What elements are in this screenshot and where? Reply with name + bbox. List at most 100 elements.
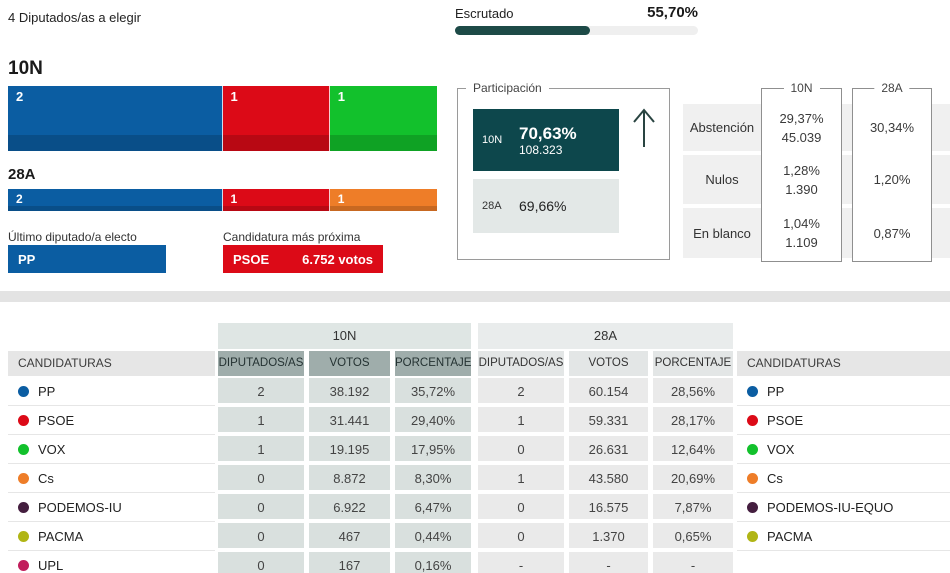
- party-dot: [747, 502, 758, 513]
- seat-count: 2: [16, 192, 23, 206]
- party-dot: [18, 473, 29, 484]
- candidaturas-header-right: CANDIDATURAS: [737, 351, 950, 376]
- stat-count: 1.390: [785, 180, 818, 199]
- cell-10n-diputados: 0: [218, 523, 304, 550]
- party-dot: [18, 386, 29, 397]
- party-name: PACMA: [38, 529, 83, 544]
- stat-percent: 29,37%: [779, 109, 823, 128]
- participation-28a-percent: 69,66%: [519, 197, 566, 216]
- party-dot: [18, 502, 29, 513]
- party-cell: PP: [8, 378, 215, 406]
- seat-segment-pp: 2: [8, 189, 223, 211]
- party-dot: [747, 386, 758, 397]
- cell-10n-diputados: 0: [218, 552, 304, 573]
- stats-panel: 10N 28A Abstención Nulos En blanco 29,37…: [683, 78, 950, 262]
- party-cell: PODEMOS-IU: [8, 494, 215, 522]
- stat-percent: 1,28%: [783, 161, 820, 180]
- cell-10n-porcentaje: 6,47%: [395, 494, 471, 521]
- party-name: PP: [767, 384, 784, 399]
- group-header-10n: 10N: [218, 323, 471, 349]
- party-name: Cs: [38, 471, 54, 486]
- cell-28a-porcentaje: -: [653, 552, 733, 573]
- stat-values-28a: 30,34%: [852, 104, 932, 151]
- group-header-28a: 28A: [478, 323, 733, 349]
- stats-10n-legend: 10N: [783, 81, 819, 95]
- participation-10n-card: 10N 70,63% 108.323: [473, 109, 619, 171]
- election-10n-heading: 10N: [8, 58, 43, 80]
- stat-values-10n: 1,28% 1.390: [761, 155, 842, 204]
- escrutado-progress-fill: [455, 26, 590, 35]
- stat-percent: 1,20%: [874, 170, 911, 189]
- closest-party: PSOE: [233, 252, 269, 267]
- cell-28a-porcentaje: 7,87%: [653, 494, 733, 521]
- table-row-pp: PP 2 38.192 35,72% 2 60.154 28,56% PP: [0, 378, 950, 407]
- closest-votes: 6.752 votos: [302, 252, 373, 267]
- cell-28a-porcentaje: 12,64%: [653, 436, 733, 463]
- cell-10n-votos: 6.922: [309, 494, 390, 521]
- seat-segment-psoe: 1: [223, 189, 330, 211]
- seat-segment-cs: 1: [330, 189, 437, 211]
- cell-10n-porcentaje: 0,44%: [395, 523, 471, 550]
- participation-28a-tag: 28A: [473, 200, 519, 212]
- party-cell: Cs: [8, 465, 215, 493]
- cell-28a-diputados: 2: [478, 378, 564, 405]
- cell-28a-diputados: -: [478, 552, 564, 573]
- cell-28a-votos: 60.154: [569, 378, 648, 405]
- party-dot: [747, 444, 758, 455]
- seat-bar-10n: 2 1 1: [8, 86, 437, 151]
- table-row-podemos: PODEMOS-IU 0 6.922 6,47% 0 16.575 7,87% …: [0, 494, 950, 523]
- party-cell: Cs: [737, 465, 950, 493]
- party-dot: [747, 560, 758, 571]
- party-name: PACMA: [767, 529, 812, 544]
- table-row-psoe: PSOE 1 31.441 29,40% 1 59.331 28,17% PSO…: [0, 407, 950, 436]
- participation-10n-count: 108.323: [519, 143, 577, 157]
- stat-values-10n: 29,37% 45.039: [761, 104, 842, 151]
- seat-segment-vox: 1: [330, 86, 437, 151]
- cell-28a-diputados: 1: [478, 465, 564, 492]
- cell-10n-votos: 167: [309, 552, 390, 573]
- cell-10n-votos: 19.195: [309, 436, 390, 463]
- party-name: VOX: [38, 442, 65, 457]
- stat-values-28a: 0,87%: [852, 208, 932, 258]
- party-name: UPL: [38, 558, 63, 573]
- party-name: Cs: [767, 471, 783, 486]
- election-28a-heading: 28A: [8, 166, 36, 183]
- table-row-vox: VOX 1 19.195 17,95% 0 26.631 12,64% VOX: [0, 436, 950, 465]
- participation-panel: Participación 10N 70,63% 108.323 28A 69,…: [457, 88, 670, 260]
- party-cell: [737, 552, 950, 573]
- cell-28a-votos: 43.580: [569, 465, 648, 492]
- candidaturas-header-left: CANDIDATURAS: [8, 351, 215, 376]
- party-name: PODEMOS-IU: [38, 500, 122, 515]
- cell-10n-porcentaje: 29,40%: [395, 407, 471, 434]
- stat-percent: 30,34%: [870, 118, 914, 137]
- cell-10n-votos: 31.441: [309, 407, 390, 434]
- closest-candidacy-box: PSOE 6.752 votos: [223, 245, 383, 273]
- section-divider: [0, 291, 950, 302]
- stat-percent: 1,04%: [783, 214, 820, 233]
- cell-28a-diputados: 1: [478, 407, 564, 434]
- stat-label: En blanco: [683, 208, 761, 258]
- cell-28a-diputados: 0: [478, 494, 564, 521]
- col-header-28a-diputados: DIPUTADOS/AS: [478, 351, 564, 376]
- party-dot: [18, 444, 29, 455]
- seat-count: 1: [338, 192, 345, 206]
- cell-10n-votos: 467: [309, 523, 390, 550]
- last-elected-label: Último diputado/a electo: [8, 230, 137, 244]
- cell-10n-porcentaje: 8,30%: [395, 465, 471, 492]
- cell-10n-diputados: 1: [218, 436, 304, 463]
- escrutado-value: 55,70%: [455, 4, 698, 21]
- col-header-28a-porcentaje: PORCENTAJE: [653, 351, 733, 376]
- last-elected-box: PP: [8, 245, 166, 273]
- table-column-header-row: CANDIDATURAS DIPUTADOS/AS VOTOS PORCENTA…: [0, 351, 950, 378]
- party-cell: UPL: [8, 552, 215, 573]
- cell-28a-votos: 1.370: [569, 523, 648, 550]
- cell-28a-porcentaje: 28,56%: [653, 378, 733, 405]
- participation-legend: Participación: [466, 81, 549, 95]
- party-dot: [18, 560, 29, 571]
- escrutado-progress-track: [455, 26, 698, 35]
- col-header-10n-porcentaje: PORCENTAJE: [395, 351, 471, 376]
- party-dot: [18, 415, 29, 426]
- stat-label: Nulos: [683, 155, 761, 204]
- cell-10n-diputados: 0: [218, 465, 304, 492]
- party-name: PP: [38, 384, 55, 399]
